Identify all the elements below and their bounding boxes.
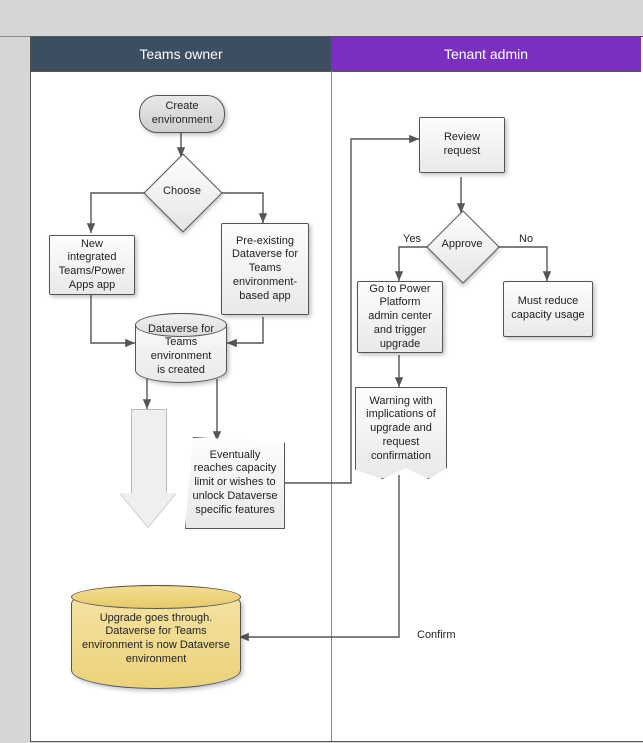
lane-title-right: Tenant admin: [444, 46, 528, 62]
big-arrow-head: [120, 493, 176, 527]
node-label: Pre-existing Dataverse for Teams environ…: [228, 235, 302, 304]
node-review-request: Review request: [419, 117, 505, 173]
node-label: Go to Power Platform admin center and tr…: [364, 283, 436, 352]
node-go-admin-center: Go to Power Platform admin center and tr…: [357, 281, 443, 353]
node-label: Warning with implications of upgrade and…: [364, 395, 438, 464]
node-preexisting-app: Pre-existing Dataverse for Teams environ…: [221, 223, 309, 315]
swimlane-canvas: Teams owner Tenant admin: [30, 36, 643, 742]
edge-label-confirm: Confirm: [417, 629, 456, 641]
node-label: Review request: [426, 131, 498, 159]
node-warning-confirmation: Warning with implications of upgrade and…: [355, 387, 447, 479]
big-arrow-body: [131, 409, 167, 495]
node-must-reduce: Must reduce capacity usage: [503, 281, 593, 337]
edge-label-no: No: [519, 233, 533, 245]
node-dataverse-created: Dataverse for Teams environment is creat…: [135, 313, 227, 383]
node-label: Dataverse for Teams environment is creat…: [146, 323, 216, 378]
node-label: Must reduce capacity usage: [510, 295, 586, 323]
node-label: Create environment: [146, 100, 218, 128]
node-upgrade-complete: Upgrade goes through. Dataverse for Team…: [71, 585, 241, 689]
node-create-environment: Create environment: [139, 95, 225, 133]
node-label: New integrated Teams/Power Apps app: [56, 238, 128, 293]
node-approve-decision: [426, 210, 500, 284]
edge-label-yes: Yes: [403, 233, 421, 245]
lane-title-left: Teams owner: [139, 46, 222, 62]
lane-divider: [331, 71, 332, 741]
node-label: Eventually reaches capacity limit or wis…: [192, 449, 278, 518]
left-margin: [0, 36, 30, 743]
node-new-integrated-app: New integrated Teams/Power Apps app: [49, 235, 135, 295]
page-root: Teams owner Tenant admin: [0, 0, 643, 742]
node-choose-decision: [143, 153, 222, 232]
node-label: Upgrade goes through. Dataverse for Team…: [82, 612, 230, 667]
node-eventually-capacity: Eventually reaches capacity limit or wis…: [185, 437, 285, 529]
lane-header-teams-owner: Teams owner: [31, 37, 332, 72]
lane-header-tenant-admin: Tenant admin: [331, 37, 641, 72]
diagram-sheet: Teams owner Tenant admin: [0, 36, 643, 742]
